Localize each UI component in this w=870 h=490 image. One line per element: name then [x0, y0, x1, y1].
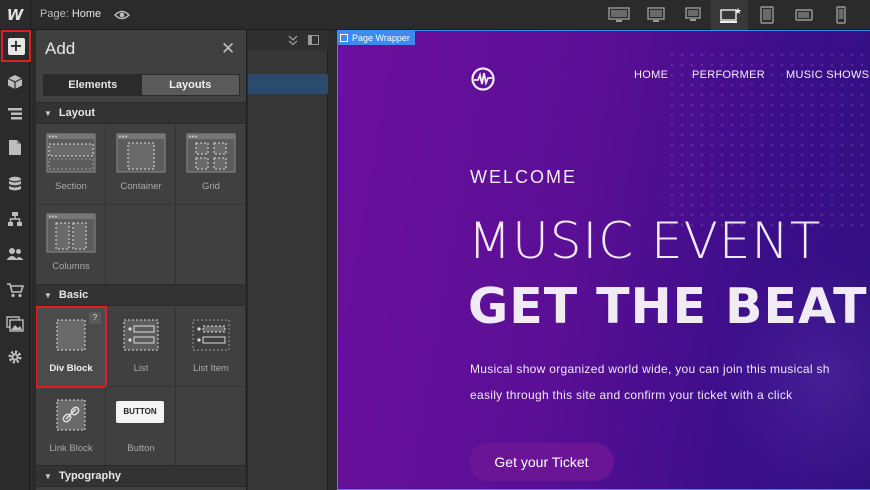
- desktop-large-icon[interactable]: [600, 0, 637, 30]
- users-icon[interactable]: [3, 242, 27, 266]
- symbols-icon[interactable]: [3, 70, 27, 94]
- get-ticket-button[interactable]: Get your Ticket: [469, 443, 614, 481]
- add-panel-tabs: Elements Layouts: [43, 74, 240, 96]
- navigator-panel: [248, 30, 328, 490]
- grid-icon: [186, 133, 236, 173]
- dock-icon[interactable]: [308, 35, 319, 45]
- element-label: Div Block: [49, 363, 93, 374]
- collapse-icon[interactable]: [288, 35, 298, 45]
- cms-icon[interactable]: [3, 172, 27, 196]
- element-list-item[interactable]: List Item: [176, 307, 246, 387]
- page-wrapper-tag[interactable]: Page Wrapper: [337, 30, 415, 45]
- svg-text:★: ★: [734, 7, 741, 17]
- navigator-selected-row[interactable]: [248, 74, 328, 94]
- navigator-icon[interactable]: [3, 102, 27, 126]
- eye-icon[interactable]: [114, 8, 130, 22]
- tab-layouts[interactable]: Layouts: [141, 75, 239, 95]
- element-section[interactable]: Section: [36, 125, 106, 205]
- nav-performer[interactable]: PERFORMER: [692, 69, 765, 81]
- tablet-icon[interactable]: [748, 0, 785, 30]
- div-block-icon: [56, 319, 86, 351]
- element-button[interactable]: BUTTON Button: [106, 387, 176, 467]
- section-header-layout[interactable]: ▼ Layout: [36, 102, 246, 124]
- navigator-header: [248, 30, 328, 50]
- desktop-base-icon[interactable]: ★: [711, 0, 748, 30]
- element-container[interactable]: Container: [106, 125, 176, 205]
- link-block-icon: [56, 399, 86, 431]
- add-icon[interactable]: +: [1, 30, 31, 62]
- site-logo-icon[interactable]: [470, 66, 496, 92]
- container-icon: [116, 133, 166, 173]
- assets-icon[interactable]: [3, 312, 27, 336]
- desktop-small-icon[interactable]: [674, 0, 711, 30]
- caret-down-icon: ▼: [44, 290, 52, 300]
- hero-description-line-2: easily through this site and confirm you…: [470, 388, 793, 402]
- element-div-block[interactable]: ? Div Block: [36, 306, 107, 388]
- page-prefix: Page:: [40, 8, 69, 20]
- element-label: Container: [120, 181, 162, 192]
- caret-down-icon: ▼: [44, 471, 52, 481]
- element-grid[interactable]: Grid: [176, 125, 246, 205]
- divider: [30, 0, 31, 30]
- empty-cell: [106, 205, 176, 285]
- section-header-basic[interactable]: ▼ Basic: [36, 284, 246, 306]
- empty-cell: [176, 205, 246, 285]
- section-icon: [46, 133, 96, 173]
- left-toolbar: +: [0, 30, 31, 490]
- element-label: Grid: [202, 181, 220, 192]
- hero-headline-line-1: MUSIC EVENT: [468, 212, 822, 270]
- close-icon[interactable]: ✕: [221, 39, 235, 59]
- pages-icon[interactable]: [3, 135, 27, 159]
- mobile-portrait-icon[interactable]: [822, 0, 859, 30]
- breakpoint-bar: ★: [600, 0, 859, 30]
- page-name: Home: [71, 8, 102, 20]
- nav-music-shows[interactable]: MUSIC SHOWS: [786, 69, 869, 81]
- cart-icon[interactable]: [3, 278, 27, 302]
- section-header-label: Typography: [58, 470, 122, 482]
- button-preview: BUTTON: [116, 401, 164, 423]
- webflow-logo[interactable]: W: [0, 0, 30, 30]
- mobile-landscape-icon[interactable]: [785, 0, 822, 30]
- hero-description-line-1: Musical show organized world wide, you c…: [470, 362, 830, 376]
- desktop-medium-icon[interactable]: [637, 0, 674, 30]
- panel-gutter: [329, 30, 337, 490]
- add-panel: Add ✕ Elements Layouts ▼ Layout Section …: [36, 30, 247, 490]
- top-bar: W Page: Home ★: [0, 0, 870, 30]
- element-label: Link Block: [49, 443, 93, 454]
- element-columns[interactable]: Columns: [36, 205, 106, 285]
- element-link-block[interactable]: Link Block: [36, 387, 106, 467]
- empty-cell: [176, 387, 246, 467]
- element-label: Button: [127, 443, 155, 454]
- design-canvas[interactable]: HOME PERFORMER MUSIC SHOWS WELCOME MUSIC…: [337, 30, 870, 490]
- add-panel-title: Add: [45, 39, 76, 58]
- element-label: List: [133, 363, 149, 374]
- page-wrapper-label: Page Wrapper: [352, 32, 410, 43]
- element-square-icon: [340, 33, 348, 42]
- page-selector[interactable]: Page: Home: [40, 8, 101, 20]
- ecommerce-icon[interactable]: [3, 207, 27, 231]
- caret-down-icon: ▼: [44, 108, 52, 118]
- columns-icon: [46, 213, 96, 253]
- nav-home[interactable]: HOME: [634, 69, 668, 81]
- element-label: Columns: [52, 261, 90, 272]
- settings-icon[interactable]: [3, 345, 27, 369]
- section-header-label: Layout: [58, 107, 95, 119]
- list-icon: [123, 319, 159, 351]
- hero-headline-line-2: GET THE BEAT: [468, 278, 868, 335]
- element-label: Section: [55, 181, 87, 192]
- element-label: List Item: [193, 363, 229, 374]
- tab-elements[interactable]: Elements: [44, 75, 142, 95]
- section-header-typography[interactable]: ▼ Typography: [36, 465, 246, 487]
- element-list[interactable]: List: [106, 307, 176, 387]
- section-header-label: Basic: [58, 289, 89, 301]
- hero-eyebrow: WELCOME: [470, 167, 578, 187]
- list-item-icon: [192, 319, 230, 351]
